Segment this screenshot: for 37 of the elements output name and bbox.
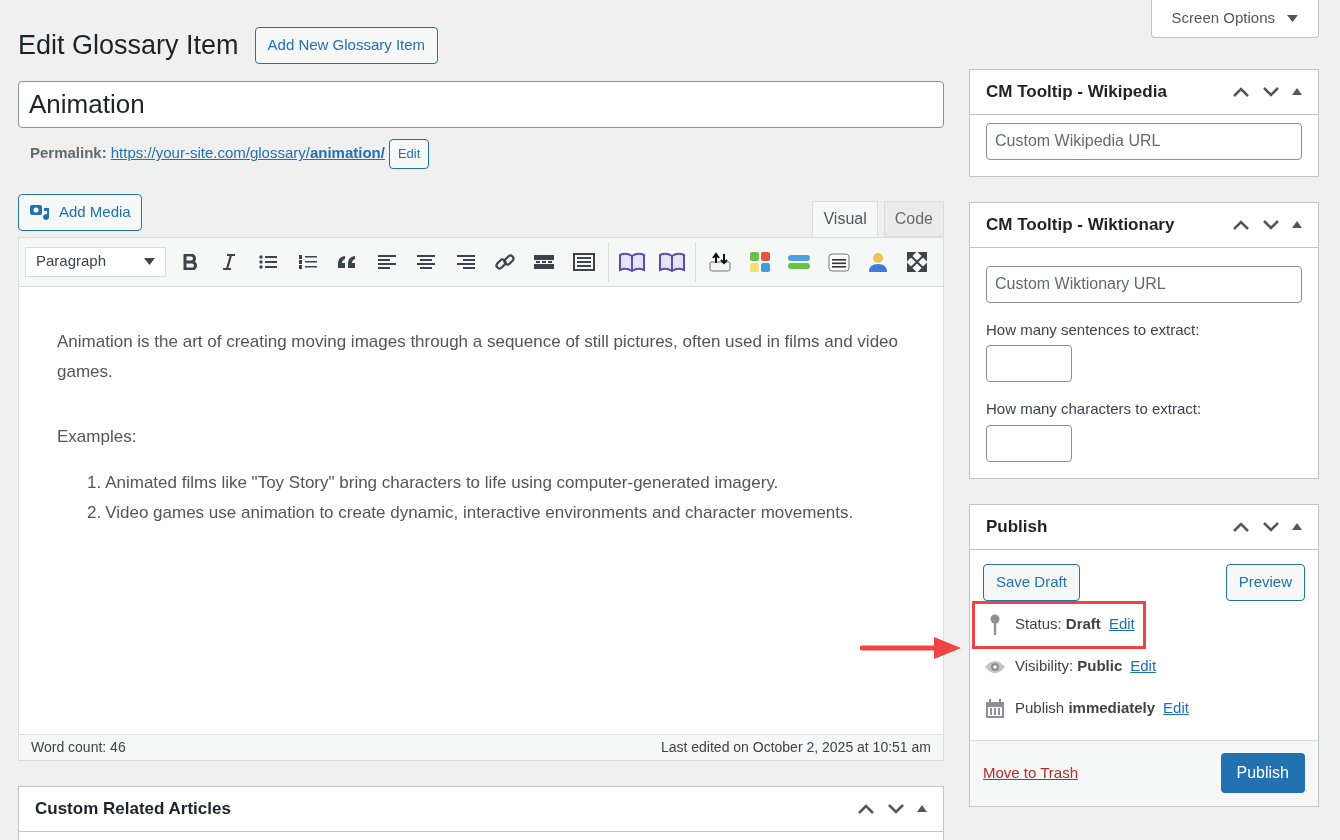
url-field[interactable]: Custom Wiktionary URL	[986, 265, 1302, 303]
url-field[interactable]: Custom Wikipedia URL	[986, 122, 1302, 160]
field-label: How many sentences to extract:	[986, 319, 1201, 340]
editor-tab[interactable]: Visual	[812, 200, 878, 237]
edit-link[interactable]: Edit	[1130, 655, 1157, 678]
publish-detail: Status: Draft	[1015, 614, 1101, 635]
last-edited: Last edited on October 2, 2025 at 10:51 am	[660, 737, 931, 757]
list-number: 2.	[87, 501, 102, 524]
edit-link[interactable]: Edit	[1163, 697, 1189, 720]
box-title: Custom Related Articles	[35, 797, 231, 820]
box-title: CM Tooltip - Wiktionary	[986, 213, 1175, 236]
add-new-button[interactable]: Add New Glossary Item	[254, 26, 439, 64]
permalink-label: Permalink:	[30, 143, 107, 164]
editor-tab[interactable]: Code	[883, 200, 944, 237]
preview-button[interactable]: Preview	[1225, 563, 1305, 601]
word-count: Word count: 46	[31, 737, 126, 757]
edit-link[interactable]: Edit	[1108, 613, 1135, 636]
add-media-button[interactable]: Add Media	[18, 193, 142, 231]
publish-detail: Publish immediately	[1015, 698, 1156, 719]
box-title: Publish	[986, 515, 1048, 538]
page-title: Edit Glossary Item	[18, 29, 239, 62]
list-item-text: Animated films like "Toy Story" bring characters to life using computer-generated imagery.	[105, 471, 779, 494]
publish-button[interactable]: Publish	[1220, 753, 1305, 793]
list-item-text: Video games use animation to create dynamic, interactive environments and character movements.	[105, 501, 854, 524]
permalink-url[interactable]: https://your-site.com/glossary/animation/	[110, 142, 385, 165]
box-title: CM Tooltip - Wikipedia	[986, 80, 1167, 103]
format-select[interactable]: Paragraph	[25, 246, 166, 277]
content-paragraph: Animation is the art of creating moving images through a sequence of still pictures, often used in films and video games.	[57, 330, 899, 383]
content-paragraph: Examples:	[57, 425, 138, 448]
edit-permalink-button[interactable]: Edit	[388, 138, 430, 169]
list-number: 1.	[87, 471, 102, 494]
field-label: How many characters to extract:	[986, 399, 1203, 419]
screen-options-button[interactable]: Screen Options	[1150, 0, 1319, 38]
publish-detail: Visibility: Public	[1015, 656, 1123, 677]
move-to-trash-link[interactable]: Move to Trash	[983, 761, 1079, 785]
save-draft-button[interactable]: Save Draft	[983, 563, 1080, 601]
title-field[interactable]: Animation	[18, 80, 944, 128]
